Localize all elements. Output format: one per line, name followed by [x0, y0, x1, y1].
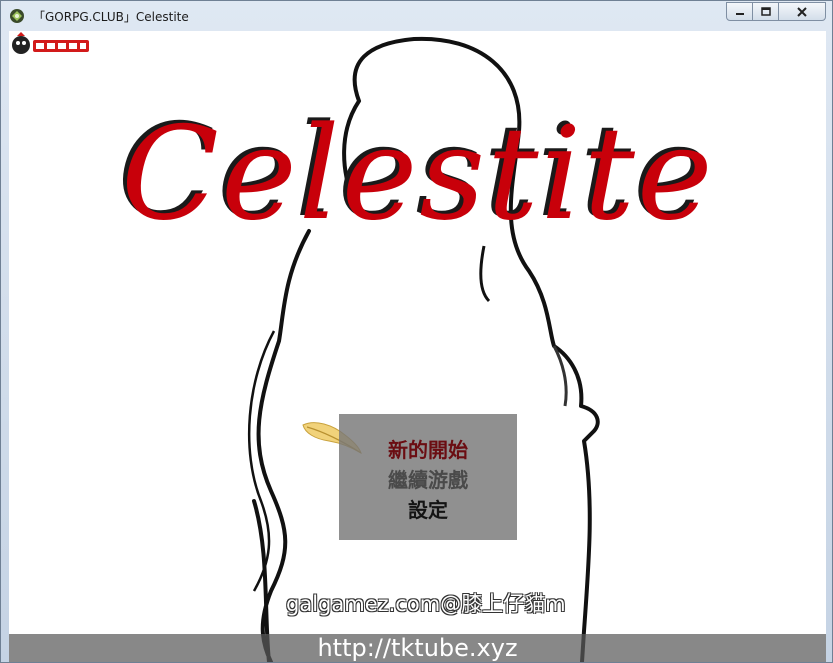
close-button[interactable]	[778, 2, 826, 21]
close-icon	[797, 6, 807, 17]
menu-item-continue[interactable]: 繼續游戲	[339, 464, 517, 493]
watermark-text: galgamez.com@膝上仔貓m	[286, 592, 566, 616]
game-window: 「GORPG.CLUB」Celestite Celestite 新的開始 繼續游…	[0, 0, 833, 663]
maximize-icon	[760, 6, 771, 16]
brand-logo-icon	[12, 32, 89, 54]
game-screen[interactable]: Celestite 新的開始 繼續游戲 設定 galgamez.com@膝上仔貓…	[9, 31, 826, 662]
minimize-icon	[735, 12, 744, 15]
url-banner-text: http://tktube.xyz	[317, 634, 518, 662]
window-title: 「GORPG.CLUB」Celestite	[33, 10, 189, 24]
menu-item-new-game[interactable]: 新的開始	[339, 434, 517, 463]
menu-item-settings[interactable]: 設定	[339, 494, 517, 523]
app-icon	[10, 9, 24, 23]
maximize-button[interactable]	[752, 2, 779, 21]
title-bar[interactable]: 「GORPG.CLUB」Celestite	[1, 1, 832, 31]
minimize-button[interactable]	[726, 2, 753, 21]
url-banner: http://tktube.xyz	[9, 634, 826, 662]
title-menu: 新的開始 繼續游戲 設定	[339, 414, 517, 540]
game-logo: Celestite	[121, 100, 715, 249]
